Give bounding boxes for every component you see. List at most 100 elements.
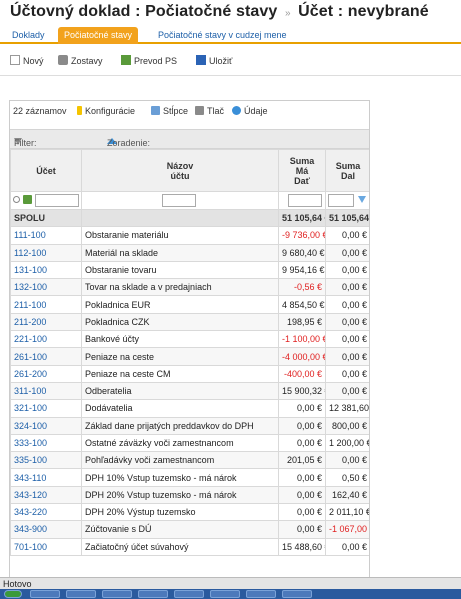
save-button-label: Uložiť [209,56,233,66]
transfer-button-label: Prevod PS [134,56,178,66]
debit-amount: 198,95 € [278,312,326,332]
tab-opening-balances-foreign[interactable]: Počiatočné stavy v cudzej mene [152,27,293,44]
account-name: Peniaze na ceste [81,347,279,366]
account-number[interactable]: 132-100 [10,278,82,297]
title-document: Účtovný doklad : [10,3,141,20]
configurations-button[interactable]: Konfigurácie [77,106,135,116]
account-name: Bankové účty [81,330,279,349]
account-number[interactable]: 321-100 [10,399,82,418]
taskbar-item[interactable] [246,590,276,598]
table-row[interactable]: 211-200 Pokladnica CZK 198,95 €0,00 € [10,312,369,332]
credit-amount: 0,00 € [325,226,369,245]
account-name: DPH 20% Výstup tuzemsko [81,503,279,522]
credit-amount: -1 067,00 € [325,520,369,539]
new-button[interactable]: Nový [10,54,44,68]
account-number[interactable]: 261-200 [10,364,82,383]
account-number[interactable]: 343-220 [10,503,82,522]
account-name: Základ dane prijatých preddavkov do DPH [81,416,279,435]
filter-bar: Filter: Zoradenie: [10,129,369,149]
credit-filter-input[interactable] [328,194,354,207]
columns-icon [151,106,160,115]
add-filter-icon[interactable] [23,195,32,204]
filter-funnel-icon[interactable] [358,196,366,203]
column-header-debit-line2: Má [295,165,309,176]
search-icon[interactable] [13,196,20,203]
account-number[interactable]: 333-100 [10,433,82,453]
taskbar-item[interactable] [102,590,132,598]
debit-filter-input[interactable] [288,194,322,207]
column-header-account[interactable]: Účet [10,149,82,192]
title-section: Počiatočné stavy [145,3,278,20]
account-number[interactable]: 131-100 [10,260,82,280]
account-number[interactable]: 261-100 [10,347,82,366]
column-header-name[interactable]: Názov účtu [81,149,279,192]
save-button[interactable]: Uložiť [196,54,232,68]
account-number[interactable]: 343-120 [10,485,82,505]
tab-documents[interactable]: Doklady [6,27,51,44]
table-row[interactable]: 132-100 Tovar na sklade a v predajniach -0… [10,278,369,297]
taskbar-item[interactable] [138,590,168,598]
table-row[interactable]: 324-100 Základ dane prijatých preddavkov … [10,416,369,435]
lightbulb-icon [77,106,82,115]
columns-button[interactable]: Stĺpce [151,106,188,116]
table-row[interactable]: 221-100 Bankové účty -1 100,00 €0,00 € [10,330,369,349]
data-button[interactable]: Údaje [232,106,268,116]
table-row[interactable]: 343-120 DPH 20% Vstup tuzemsko - má nárok… [10,485,369,505]
table-row[interactable]: 311-100 Odberatelia 15 900,32 €0,00 € [10,381,369,401]
account-number[interactable]: 111-100 [10,226,82,245]
account-number[interactable]: 335-100 [10,451,82,470]
print-button[interactable]: Tlač [195,106,224,116]
record-count: 22 záznamov [13,106,67,116]
column-header-credit-line2: Dal [340,170,355,181]
main-toolbar: Nový Zostavy Prevod PS Uložiť [0,50,461,72]
account-number[interactable]: 211-100 [10,295,82,314]
taskbar-item[interactable] [282,590,312,598]
table-row[interactable]: 343-900 Zúčtovanie s DÚ 0,00 € -1 067,00 € [10,520,369,539]
debit-amount: 0,00 € [278,503,326,522]
account-number[interactable]: 311-100 [10,381,82,401]
taskbar-item[interactable] [66,590,96,598]
page-title: Účtovný doklad : Počiatočné stavy » Účet… [10,3,429,21]
account-number[interactable]: 324-100 [10,416,82,435]
account-number[interactable]: 701-100 [10,537,82,556]
account-filter-input[interactable] [35,194,79,207]
debit-amount: 9 680,40 € [278,243,326,262]
name-filter-input[interactable] [162,194,196,207]
reports-button[interactable]: Zostavy [58,54,103,68]
tab-opening-balances[interactable]: Počiatočné stavy [58,27,139,44]
account-number[interactable]: 112-100 [10,243,82,262]
credit-amount: 0,00 € [325,451,369,470]
start-button[interactable] [4,590,22,598]
table-row[interactable]: 131-100 Obstaranie tovaru 9 954,16 €0,00 € [10,260,369,280]
title-account-label: Účet : [298,3,344,20]
credit-amount: 0,00 € [325,364,369,383]
account-number[interactable]: 211-200 [10,312,82,332]
credit-amount: 12 381,60 € [325,399,369,418]
account-name: Pohľadávky voči zamestnancom [81,451,279,470]
table-row[interactable]: 335-100 Pohľadávky voči zamestnancom 201,0… [10,451,369,470]
column-header-debit[interactable]: Suma Má Dať [278,149,326,192]
table-row[interactable]: 261-200 Peniaze na ceste CM -400,00 €0,00 … [10,364,369,383]
column-header-credit[interactable]: Suma Dal [325,149,369,192]
account-number[interactable]: 343-900 [10,520,82,539]
table-row[interactable]: 343-220 DPH 20% Výstup tuzemsko 0,00 €2 01… [10,503,369,522]
account-name: Začiatočný účet súvahový [81,537,279,556]
table-row[interactable]: 261-100 Peniaze na ceste -4 000,00 €0,00 € [10,347,369,366]
column-header-debit-line3: Dať [294,175,310,186]
transfer-button[interactable]: Prevod PS [121,54,177,68]
table-row[interactable]: 111-100 Obstaranie materiálu -9 736,00 €0,… [10,226,369,245]
credit-amount: 0,00 € [325,330,369,349]
account-number[interactable]: 343-110 [10,468,82,487]
table-row[interactable]: 321-100Dodávatelia0,00 €12 381,60 € [10,399,369,418]
table-row[interactable]: 333-100 Ostatné záväzky voči zamestnancom… [10,433,369,453]
taskbar-item[interactable] [30,590,60,598]
new-document-icon [10,55,20,65]
account-number[interactable]: 221-100 [10,330,82,349]
table-row[interactable]: 211-100 Pokladnica EUR 4 854,50 €0,00 € [10,295,369,314]
filter-row [10,191,369,210]
table-row[interactable]: 701-100 Začiatočný účet súvahový 15 488,60… [10,537,369,556]
table-row[interactable]: 343-110 DPH 10% Vstup tuzemsko - má nárok… [10,468,369,487]
taskbar-item[interactable] [174,590,204,598]
table-row[interactable]: 112-100 Materiál na sklade 9 680,40 €0,00 … [10,243,369,262]
taskbar-item[interactable] [210,590,240,598]
